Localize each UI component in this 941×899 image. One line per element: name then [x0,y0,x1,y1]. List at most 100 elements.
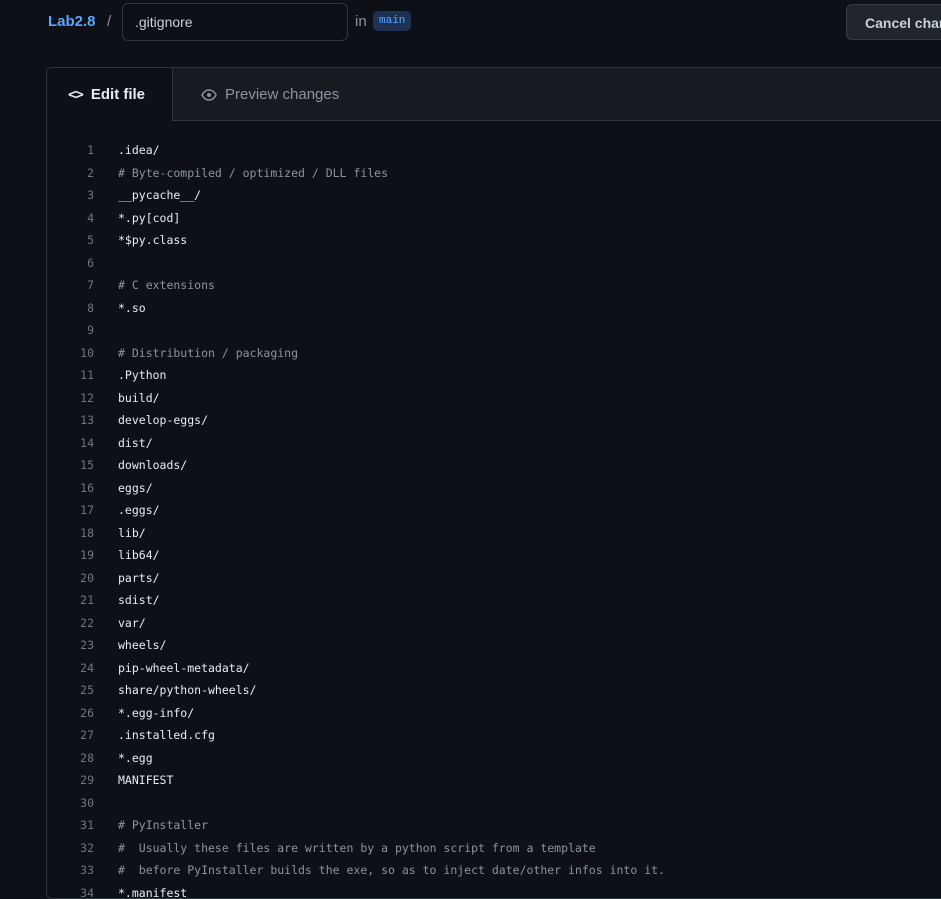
tab-edit-file-label: Edit file [91,86,145,103]
code-line[interactable]: 9 [47,319,941,342]
line-text: # Byte-compiled / optimized / DLL files [118,162,388,185]
line-number: 14 [47,432,94,455]
line-text: develop-eggs/ [118,409,208,432]
code-line[interactable]: 19 lib64/ [47,544,941,567]
code-line[interactable]: 27 .installed.cfg [47,724,941,747]
code-line[interactable]: 13 develop-eggs/ [47,409,941,432]
code-editor[interactable]: 1 .idea/2 # Byte-compiled / optimized / DL… [47,139,941,899]
code-line[interactable]: 34*.manifest [47,882,941,899]
code-line[interactable]: 31 # PyInstaller [47,814,941,837]
line-text: *.manifest [118,882,187,899]
line-text: *.egg [118,747,153,770]
eye-icon [201,87,217,103]
tab-edit-file[interactable]: <> Edit file [47,68,173,121]
line-text: parts/ [118,567,160,590]
code-line[interactable]: 2 # Byte-compiled / optimized / DLL files [47,162,941,185]
code-line[interactable]: 29 MANIFEST [47,769,941,792]
code-line[interactable]: 33# before PyInstaller builds the exe, s… [47,859,941,882]
line-text: # PyInstaller [118,814,208,837]
line-number: 32 [47,837,94,860]
line-text: # C extensions [118,274,215,297]
line-number: 2 [47,162,94,185]
repo-link[interactable]: Lab2.8 [48,13,96,30]
line-number: 21 [47,589,94,612]
code-line[interactable]: 8 *.so [47,297,941,320]
code-line[interactable]: 20 parts/ [47,567,941,590]
line-number: 22 [47,612,94,635]
line-text: *.so [118,297,146,320]
code-line[interactable]: 11 .Python [47,364,941,387]
branch-badge: main [373,11,411,31]
line-number: 19 [47,544,94,567]
line-text: dist/ [118,432,153,455]
filename-input[interactable] [122,3,348,41]
line-number: 24 [47,657,94,680]
line-number: 15 [47,454,94,477]
line-number: 31 [47,814,94,837]
line-number: 23 [47,634,94,657]
line-number: 10 [47,342,94,365]
line-number: 20 [47,567,94,590]
line-number: 16 [47,477,94,500]
code-line[interactable]: 21 sdist/ [47,589,941,612]
code-line[interactable]: 16eggs/ [47,477,941,500]
line-text: .Python [118,364,166,387]
line-text: sdist/ [118,589,160,612]
cancel-changes-button[interactable]: Cancel changes [846,4,941,40]
line-number: 8 [47,297,94,320]
code-line[interactable]: 24 pip-wheel-metadata/ [47,657,941,680]
line-text: lib64/ [118,544,160,567]
line-text: *.py[cod] [118,207,180,230]
code-line[interactable]: 4 *.py[cod] [47,207,941,230]
code-line[interactable]: 10 # Distribution / packaging [47,342,941,365]
code-line[interactable]: 6 [47,252,941,275]
line-text: MANIFEST [118,769,173,792]
code-line[interactable]: 5*$py.class [47,229,941,252]
line-text: # Usually these files are written by a p… [118,837,596,860]
code-line[interactable]: 30 [47,792,941,815]
line-text: __pycache__/ [118,184,201,207]
tab-preview-changes[interactable]: Preview changes [201,68,339,121]
line-text: build/ [118,387,160,410]
line-number: 5 [47,229,94,252]
code-line[interactable]: 17.eggs/ [47,499,941,522]
code-line[interactable]: 28 *.egg [47,747,941,770]
code-line[interactable]: 1 .idea/ [47,139,941,162]
code-line[interactable]: 14 dist/ [47,432,941,455]
line-number: 9 [47,319,94,342]
line-number: 33 [47,859,94,882]
code-line[interactable]: 32 # Usually these files are written by a… [47,837,941,860]
line-number: 18 [47,522,94,545]
code-line[interactable]: 25share/python-wheels/ [47,679,941,702]
line-text: pip-wheel-metadata/ [118,657,250,680]
code-line[interactable]: 12 build/ [47,387,941,410]
code-line[interactable]: 26*.egg-info/ [47,702,941,725]
line-text: # Distribution / packaging [118,342,298,365]
file-path-header: Lab2.8 / in main Cancel changes [0,0,941,46]
code-line[interactable]: 3__pycache__/ [47,184,941,207]
line-text: .installed.cfg [118,724,215,747]
line-number: 6 [47,252,94,275]
line-number: 29 [47,769,94,792]
path-separator: / [107,13,111,30]
line-text: downloads/ [118,454,187,477]
line-number: 28 [47,747,94,770]
line-number: 13 [47,409,94,432]
line-number: 7 [47,274,94,297]
line-text: .idea/ [118,139,160,162]
line-number: 4 [47,207,94,230]
line-number: 27 [47,724,94,747]
code-line[interactable]: 23 wheels/ [47,634,941,657]
line-number: 1 [47,139,94,162]
line-text: wheels/ [118,634,166,657]
code-line[interactable]: 18lib/ [47,522,941,545]
code-line[interactable]: 15 downloads/ [47,454,941,477]
code-line[interactable]: 22var/ [47,612,941,635]
line-number: 26 [47,702,94,725]
line-text: share/python-wheels/ [118,679,256,702]
line-text: .eggs/ [118,499,160,522]
tab-preview-changes-label: Preview changes [225,86,339,103]
line-number: 11 [47,364,94,387]
line-number: 12 [47,387,94,410]
code-line[interactable]: 7 # C extensions [47,274,941,297]
